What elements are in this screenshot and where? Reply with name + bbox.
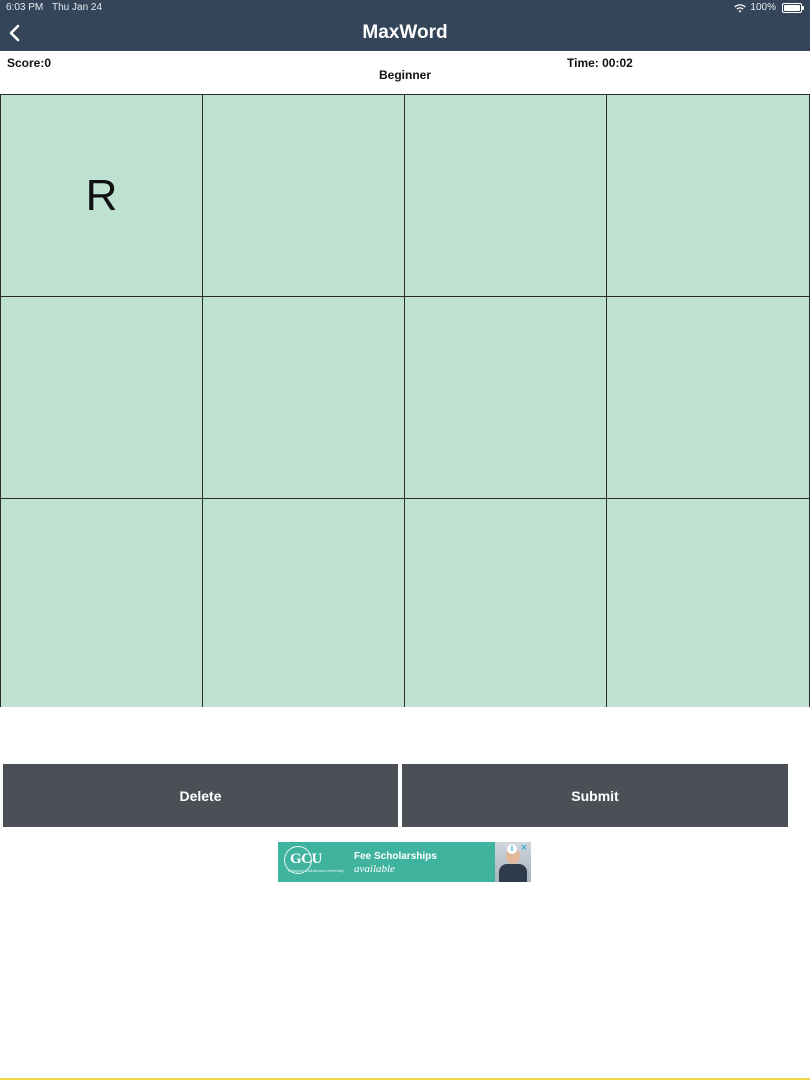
timer-label: Time: 00:02 bbox=[567, 56, 633, 70]
board-cell-r2-c2[interactable] bbox=[203, 297, 405, 499]
top-bar: 6:03 PM Thu Jan 24 100% MaxWord bbox=[0, 0, 810, 51]
page-title: MaxWord bbox=[362, 22, 448, 43]
status-time: 6:03 PM bbox=[6, 2, 44, 13]
board-cell-r2-c1[interactable] bbox=[0, 297, 203, 499]
letter-board: R bbox=[0, 94, 810, 707]
submit-button[interactable]: Submit bbox=[402, 764, 788, 827]
board-cell-r1-c4[interactable] bbox=[607, 95, 810, 297]
board-cell-r2-c4[interactable] bbox=[607, 297, 810, 499]
ad-subline: available bbox=[354, 863, 395, 875]
status-indicators: 100% bbox=[734, 2, 804, 13]
ad-logo-subtext: Glasgow Caledonian University bbox=[288, 868, 344, 873]
ad-headline: Fee Scholarships bbox=[354, 851, 437, 862]
delete-button[interactable]: Delete bbox=[3, 764, 398, 827]
board-cell-r3-c3[interactable] bbox=[405, 499, 607, 707]
board-cell-r1-c3[interactable] bbox=[405, 95, 607, 297]
status-date: Thu Jan 24 bbox=[52, 2, 103, 13]
ad-logo: GCU Glasgow Caledonian University bbox=[284, 846, 346, 878]
ad-logo-text: GCU bbox=[290, 851, 322, 867]
board-cell-r1-c2[interactable] bbox=[203, 95, 405, 297]
wifi-icon bbox=[734, 3, 747, 12]
board-cell-r3-c1[interactable] bbox=[0, 499, 203, 707]
ad-photo-body bbox=[499, 864, 527, 882]
board-cell-r3-c4[interactable] bbox=[607, 499, 810, 707]
board-cell-r2-c3[interactable] bbox=[405, 297, 607, 499]
battery-percent: 100% bbox=[750, 2, 776, 13]
ad-info-icon[interactable]: i bbox=[507, 844, 517, 854]
level-label: Beginner bbox=[378, 68, 431, 82]
maxword-screen: 6:03 PM Thu Jan 24 100% MaxWord Score:0 … bbox=[0, 0, 810, 1080]
board-cell-r3-c2[interactable] bbox=[203, 499, 405, 707]
ad-close-icon[interactable]: × bbox=[519, 843, 529, 854]
battery-icon bbox=[782, 2, 804, 13]
board-cell-r1-c1[interactable]: R bbox=[0, 95, 203, 297]
ad-banner[interactable]: GCU Glasgow Caledonian University Fee Sc… bbox=[278, 842, 531, 882]
